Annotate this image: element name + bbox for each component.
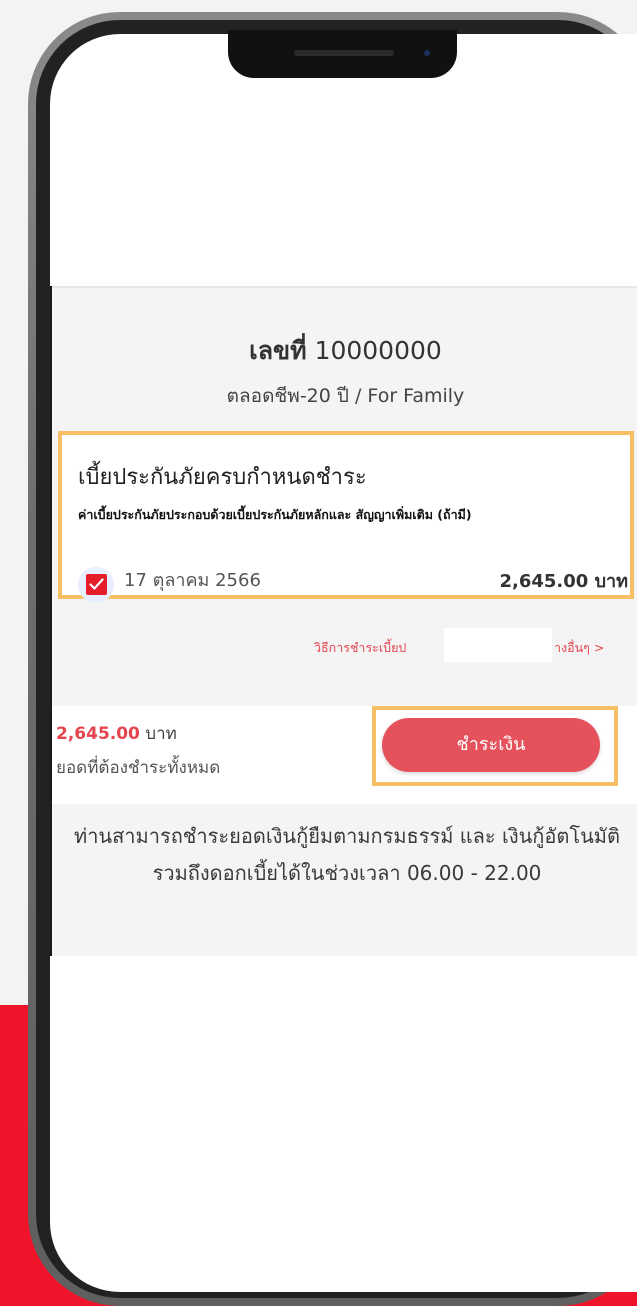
- divider: [52, 286, 637, 288]
- total-amount-number: 2,645.00: [56, 724, 140, 744]
- service-hours-note: ท่านสามารถชำระยอดเงินกู้ยืมตามกรมธรรม์ แ…: [74, 824, 620, 885]
- premium-due-title: เบี้ยประกันภัยครบกำหนดชำระ: [78, 465, 367, 490]
- policy-number-label: เลขที่: [249, 336, 307, 365]
- front-camera-icon: [424, 50, 430, 56]
- premium-checkbox-wrapper[interactable]: [78, 567, 114, 603]
- other-payment-methods-link[interactable]: วิธีการชำระเบี้ยป างอื่นๆ >: [52, 616, 637, 676]
- other-methods-text-end[interactable]: างอื่นๆ >: [554, 638, 604, 658]
- policy-number-value: 10000000: [314, 336, 442, 365]
- pay-button-highlight: ชำระเงิน: [372, 706, 618, 786]
- speaker-grille: [294, 50, 394, 56]
- pay-button[interactable]: ชำระเงิน: [382, 718, 600, 772]
- policy-number: เลขที่ 10000000: [52, 331, 637, 371]
- other-methods-text-start[interactable]: วิธีการชำระเบี้ยป: [314, 638, 406, 658]
- payment-bar: 2,645.00 บาท ยอดที่ต้องชำระทั้งหมด ชำระเ…: [52, 706, 637, 804]
- total-amount: 2,645.00 บาท: [56, 720, 177, 747]
- premium-due-amount: 2,645.00 บาท: [499, 571, 629, 592]
- premium-checkbox[interactable]: [86, 574, 107, 595]
- premium-due-note: ค่าเบี้ยประกันภัยประกอบด้วยเบี้ยประกันภั…: [78, 507, 472, 522]
- total-amount-label: ยอดที่ต้องชำระทั้งหมด: [56, 758, 221, 778]
- total-amount-unit: บาท: [139, 724, 177, 744]
- redaction-mask: [444, 628, 552, 662]
- payment-panel: เลขที่ 10000000 ตลอดชีพ-20 ปี / For Fami…: [50, 286, 637, 956]
- checkmark-icon: [89, 578, 104, 590]
- plan-name: ตลอดชีพ-20 ปี / For Family: [226, 385, 465, 407]
- premium-due-date: 17 ตุลาคม 2566: [124, 570, 261, 591]
- premium-due-card: เบี้ยประกันภัยครบกำหนดชำระ ค่าเบี้ยประกั…: [58, 431, 634, 603]
